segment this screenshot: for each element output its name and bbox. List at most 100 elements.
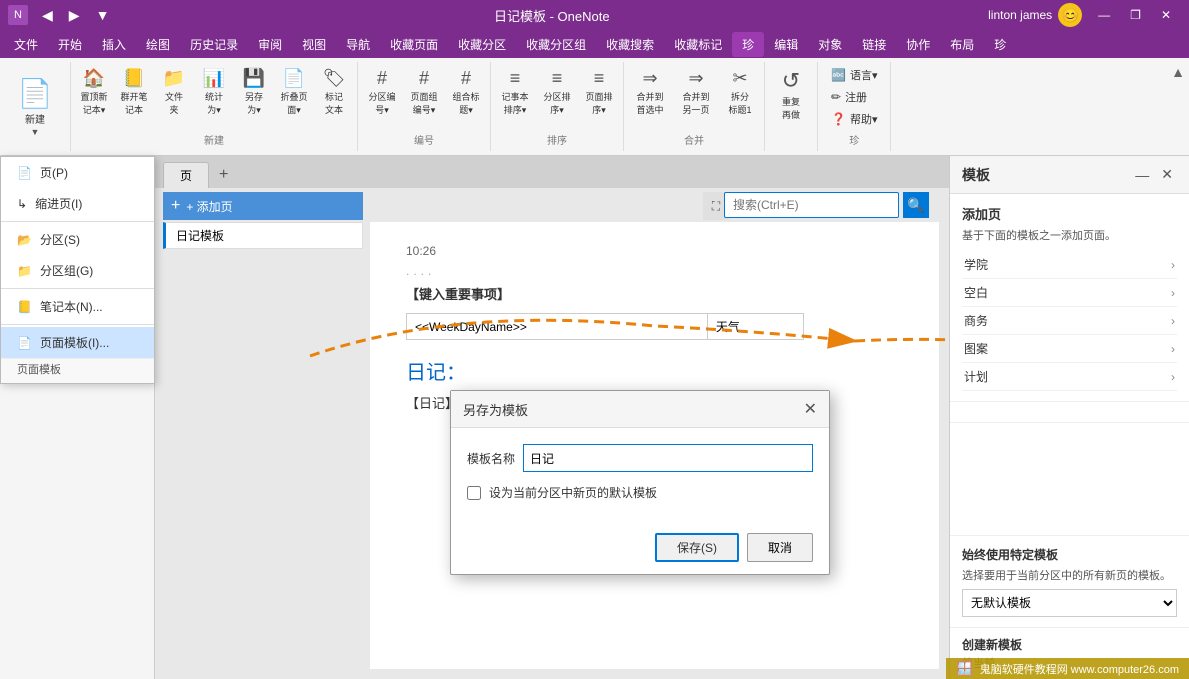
save-as-btn[interactable]: 💾 另存为▾ — [235, 64, 273, 130]
restore-button[interactable]: ❐ — [1120, 4, 1151, 26]
folder-btn[interactable]: 📁 文件夹 — [155, 64, 193, 130]
panel-close-btn[interactable]: ✕ — [1157, 164, 1177, 185]
context-section[interactable]: 📂 分区(S) — [1, 224, 154, 255]
quick-access-button[interactable]: ▼ — [90, 5, 116, 25]
page-icon: 📄 — [17, 166, 32, 180]
sort-group-label: 排序 — [495, 130, 619, 149]
title-bar-right: linton james 😊 — ❐ ✕ — [988, 3, 1181, 27]
menu-fav-section[interactable]: 收藏分区 — [448, 32, 516, 57]
section-num-btn[interactable]: # 分区编号▾ — [362, 64, 402, 130]
section-sort-btn[interactable]: ≡ 分区排序▾ — [537, 64, 577, 130]
forward-button[interactable]: ▶ — [63, 5, 86, 26]
stats-btn[interactable]: 📊 统计为▾ — [195, 64, 233, 130]
minimize-button[interactable]: — — [1088, 4, 1120, 26]
template-tuan[interactable]: 图案 › — [962, 335, 1177, 363]
menu-rare[interactable]: 珍 — [732, 32, 764, 57]
app-icon: N — [8, 5, 28, 25]
always-use-section-bottom: 始终使用特定模板 选择要用于当前分区中的所有新页的模板。 无默认模板 — [950, 535, 1189, 627]
section-icon: 📂 — [17, 233, 32, 247]
menu-nav[interactable]: 导航 — [336, 32, 380, 57]
top-notebook-btn[interactable]: 🏠 置顶新记本▾ — [75, 64, 113, 130]
menu-file[interactable]: 文件 — [4, 32, 48, 57]
modal-cancel-button[interactable]: 取消 — [747, 533, 813, 562]
ribbon-collapse-btn[interactable]: ▲ — [1171, 64, 1185, 80]
context-page[interactable]: 📄 页(P) — [1, 157, 154, 188]
tag-text-btn[interactable]: 🏷 标记文本 — [315, 64, 353, 130]
page-item-diary[interactable]: 日记模板 — [163, 222, 363, 249]
menu-insert[interactable]: 插入 — [92, 32, 136, 57]
merge-other-btn[interactable]: ⇒ 合并到另一页 — [674, 64, 718, 130]
merge-first-btn[interactable]: ⇒ 合并到首选中 — [628, 64, 672, 130]
menu-fav-tag[interactable]: 收藏标记 — [664, 32, 732, 57]
modal-checkbox-row: 设为当前分区中新页的默认模板 — [467, 484, 813, 501]
template-name-input[interactable] — [523, 444, 813, 472]
window-title: 日记模板 - OneNote — [494, 6, 610, 25]
collapse-page-btn[interactable]: 📄 折叠页面▾ — [275, 64, 313, 130]
language-btn[interactable]: 🔤 语言▾ — [826, 65, 882, 85]
right-panel-title: 模板 — [962, 165, 990, 185]
modal-close-button[interactable]: ✕ — [804, 399, 817, 419]
context-divider-3 — [1, 324, 154, 325]
menu-collab[interactable]: 协作 — [896, 32, 940, 57]
back-button[interactable]: ◀ — [36, 5, 59, 26]
menu-fav-page[interactable]: 收藏页面 — [380, 32, 448, 57]
search-button[interactable]: 🔍 — [903, 192, 929, 218]
panel-minimize-btn[interactable]: — — [1131, 164, 1153, 185]
context-divider-2 — [1, 288, 154, 289]
user-avatar: 😊 — [1058, 3, 1082, 27]
menu-bar: 文件 开始 插入 绘图 历史记录 审阅 视图 导航 收藏页面 收藏分区 收藏分区… — [0, 30, 1189, 58]
new-group-label: 新建 — [75, 130, 353, 149]
new-button[interactable]: 📄 新建 ▼ — [10, 70, 60, 144]
menu-edit[interactable]: 编辑 — [764, 32, 808, 57]
modal-title: 另存为模板 — [463, 400, 528, 419]
weather-cell: 天气 — [707, 314, 803, 340]
always-use-section — [950, 402, 1189, 423]
menu-fav-group[interactable]: 收藏分区组 — [516, 32, 596, 57]
menu-layout[interactable]: 布局 — [940, 32, 984, 57]
week-table: <<WeekDayName>> 天气 — [406, 313, 804, 340]
menu-object[interactable]: 对象 — [808, 32, 852, 57]
combo-title-btn[interactable]: # 组合标题▾ — [446, 64, 486, 130]
add-page-bar[interactable]: + + 添加页 — [163, 192, 363, 220]
context-indent-page[interactable]: ↳ 缩进页(I) — [1, 188, 154, 219]
indent-page-icon: ↳ — [17, 197, 27, 211]
menu-home[interactable]: 开始 — [48, 32, 92, 57]
menu-rare2[interactable]: 珍 — [984, 32, 1016, 57]
register-btn[interactable]: ✏ 注册 — [826, 87, 882, 107]
page-tab[interactable]: 页 — [163, 162, 209, 188]
search-input[interactable] — [724, 192, 899, 218]
menu-fav-search[interactable]: 收藏搜索 — [596, 32, 664, 57]
context-section-group[interactable]: 📁 分区组(G) — [1, 255, 154, 286]
help-btn[interactable]: ❓ 帮助▾ — [826, 109, 882, 129]
notebook-sort-btn[interactable]: ≡ 记事本排序▾ — [495, 64, 535, 130]
template-kongbai[interactable]: 空白 › — [962, 279, 1177, 307]
add-page-plus-icon: + — [171, 197, 180, 215]
separator: .... — [406, 264, 903, 278]
menu-link[interactable]: 链接 — [852, 32, 896, 57]
modal-header: 另存为模板 ✕ — [451, 391, 829, 428]
template-jihua[interactable]: 计划 › — [962, 363, 1177, 391]
default-template-checkbox[interactable] — [467, 486, 481, 500]
modal-save-button[interactable]: 保存(S) — [655, 533, 739, 562]
menu-history[interactable]: 历史记录 — [180, 32, 248, 57]
template-shangwu[interactable]: 商务 › — [962, 307, 1177, 335]
context-page-template[interactable]: 📄 页面模板(I)... — [1, 327, 154, 358]
redo-btn[interactable]: ↺ 重复再做 — [769, 64, 813, 145]
right-panel-header: 模板 — ✕ — [950, 156, 1189, 194]
default-template-select[interactable]: 无默认模板 — [962, 589, 1177, 617]
menu-review[interactable]: 审阅 — [248, 32, 292, 57]
split-title-btn[interactable]: ✂ 拆分标题1 — [720, 64, 760, 130]
page-group-num-btn[interactable]: # 页面组编号▾ — [404, 64, 444, 130]
page-sort-btn[interactable]: ≡ 页面排序▾ — [579, 64, 619, 130]
add-page-section-title: 添加页 — [962, 204, 1177, 223]
title-bar: N ◀ ▶ ▼ 日记模板 - OneNote linton james 😊 — … — [0, 0, 1189, 30]
close-button[interactable]: ✕ — [1151, 4, 1181, 26]
user-label: linton james — [988, 8, 1052, 22]
menu-draw[interactable]: 绘图 — [136, 32, 180, 57]
menu-view[interactable]: 视图 — [292, 32, 336, 57]
add-tab-button[interactable]: + — [211, 162, 236, 188]
template-xueyuan[interactable]: 学院 › — [962, 251, 1177, 279]
open-notebook-btn[interactable]: 📒 群开笔记本 — [115, 64, 153, 130]
weekday-cell: <<WeekDayName>> — [407, 314, 708, 340]
context-notebook[interactable]: 📒 笔记本(N)... — [1, 291, 154, 322]
